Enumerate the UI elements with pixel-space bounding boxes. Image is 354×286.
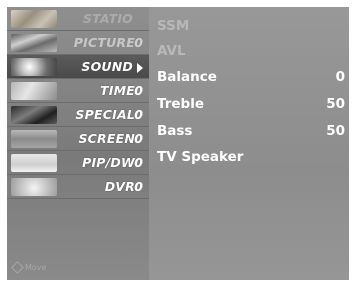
- setting-label: SSM: [157, 18, 190, 34]
- station-thumbnail-icon: [11, 10, 57, 28]
- main-menu-panel: STATIO PICTURE 0 SOUND TIME 0 SPECIAL 0 …: [7, 7, 149, 280]
- pip-dw-thumbnail-icon: [11, 154, 57, 172]
- sound-row-treble[interactable]: Treble 50: [149, 93, 349, 117]
- menu-item-label: SOUND: [81, 59, 133, 74]
- sound-row-balance[interactable]: Balance 0: [149, 66, 349, 90]
- setting-value: 0: [335, 69, 345, 85]
- menu-item-time[interactable]: TIME 0: [7, 79, 149, 103]
- menu-item-sound[interactable]: SOUND: [7, 55, 149, 79]
- menu-item-label: STATIO: [82, 11, 133, 26]
- sound-submenu-panel: SSM AVL Balance 0 Treble 50 Bass 50 TV S…: [149, 7, 349, 280]
- dvr-thumbnail-icon: [11, 178, 57, 196]
- menu-item-suffix: 0: [134, 179, 143, 194]
- menu-item-special[interactable]: SPECIAL 0: [7, 103, 149, 127]
- sound-row-avl[interactable]: AVL: [149, 40, 349, 64]
- menu-item-suffix: 0: [134, 107, 143, 122]
- menu-item-label: SPECIAL: [75, 107, 135, 122]
- menu-item-dvr[interactable]: DVR 0: [7, 175, 149, 199]
- sound-row-bass[interactable]: Bass 50: [149, 120, 349, 144]
- setting-label: TV Speaker: [157, 149, 244, 165]
- setting-label: Treble: [157, 96, 204, 112]
- setting-label: Bass: [157, 123, 193, 139]
- time-thumbnail-icon: [11, 82, 57, 100]
- menu-item-station[interactable]: STATIO: [7, 7, 149, 31]
- screen-thumbnail-icon: [11, 130, 57, 148]
- setting-label: Balance: [157, 69, 217, 85]
- menu-item-screen[interactable]: SCREEN 0: [7, 127, 149, 151]
- menu-item-label: SCREEN: [78, 131, 135, 146]
- sound-row-tv-speaker[interactable]: TV Speaker: [149, 146, 349, 170]
- setting-value: 50: [326, 123, 345, 139]
- move-arrows-icon: [11, 261, 24, 274]
- menu-item-suffix: 0: [134, 83, 143, 98]
- menu-item-suffix: 0: [134, 35, 143, 50]
- navigation-hint: Move: [11, 261, 47, 274]
- menu-item-suffix: 0: [134, 131, 143, 146]
- sound-thumbnail-icon: [11, 58, 57, 76]
- setting-value: 50: [326, 96, 345, 112]
- menu-item-suffix: 0: [134, 155, 143, 170]
- special-thumbnail-icon: [11, 106, 57, 124]
- menu-item-pip-dw[interactable]: PIP/DW 0: [7, 151, 149, 175]
- setting-label: AVL: [157, 43, 186, 59]
- menu-item-label: PICTURE: [73, 35, 135, 50]
- picture-thumbnail-icon: [11, 34, 57, 52]
- menu-item-picture[interactable]: PICTURE 0: [7, 31, 149, 55]
- sound-row-ssm[interactable]: SSM: [149, 15, 349, 39]
- osd-menu: STATIO PICTURE 0 SOUND TIME 0 SPECIAL 0 …: [7, 7, 349, 280]
- menu-item-label: TIME: [100, 83, 135, 98]
- menu-item-label: PIP/DW: [82, 155, 135, 170]
- chevron-right-icon: [137, 63, 143, 73]
- hint-label: Move: [25, 263, 47, 272]
- menu-item-label: DVR: [104, 179, 135, 194]
